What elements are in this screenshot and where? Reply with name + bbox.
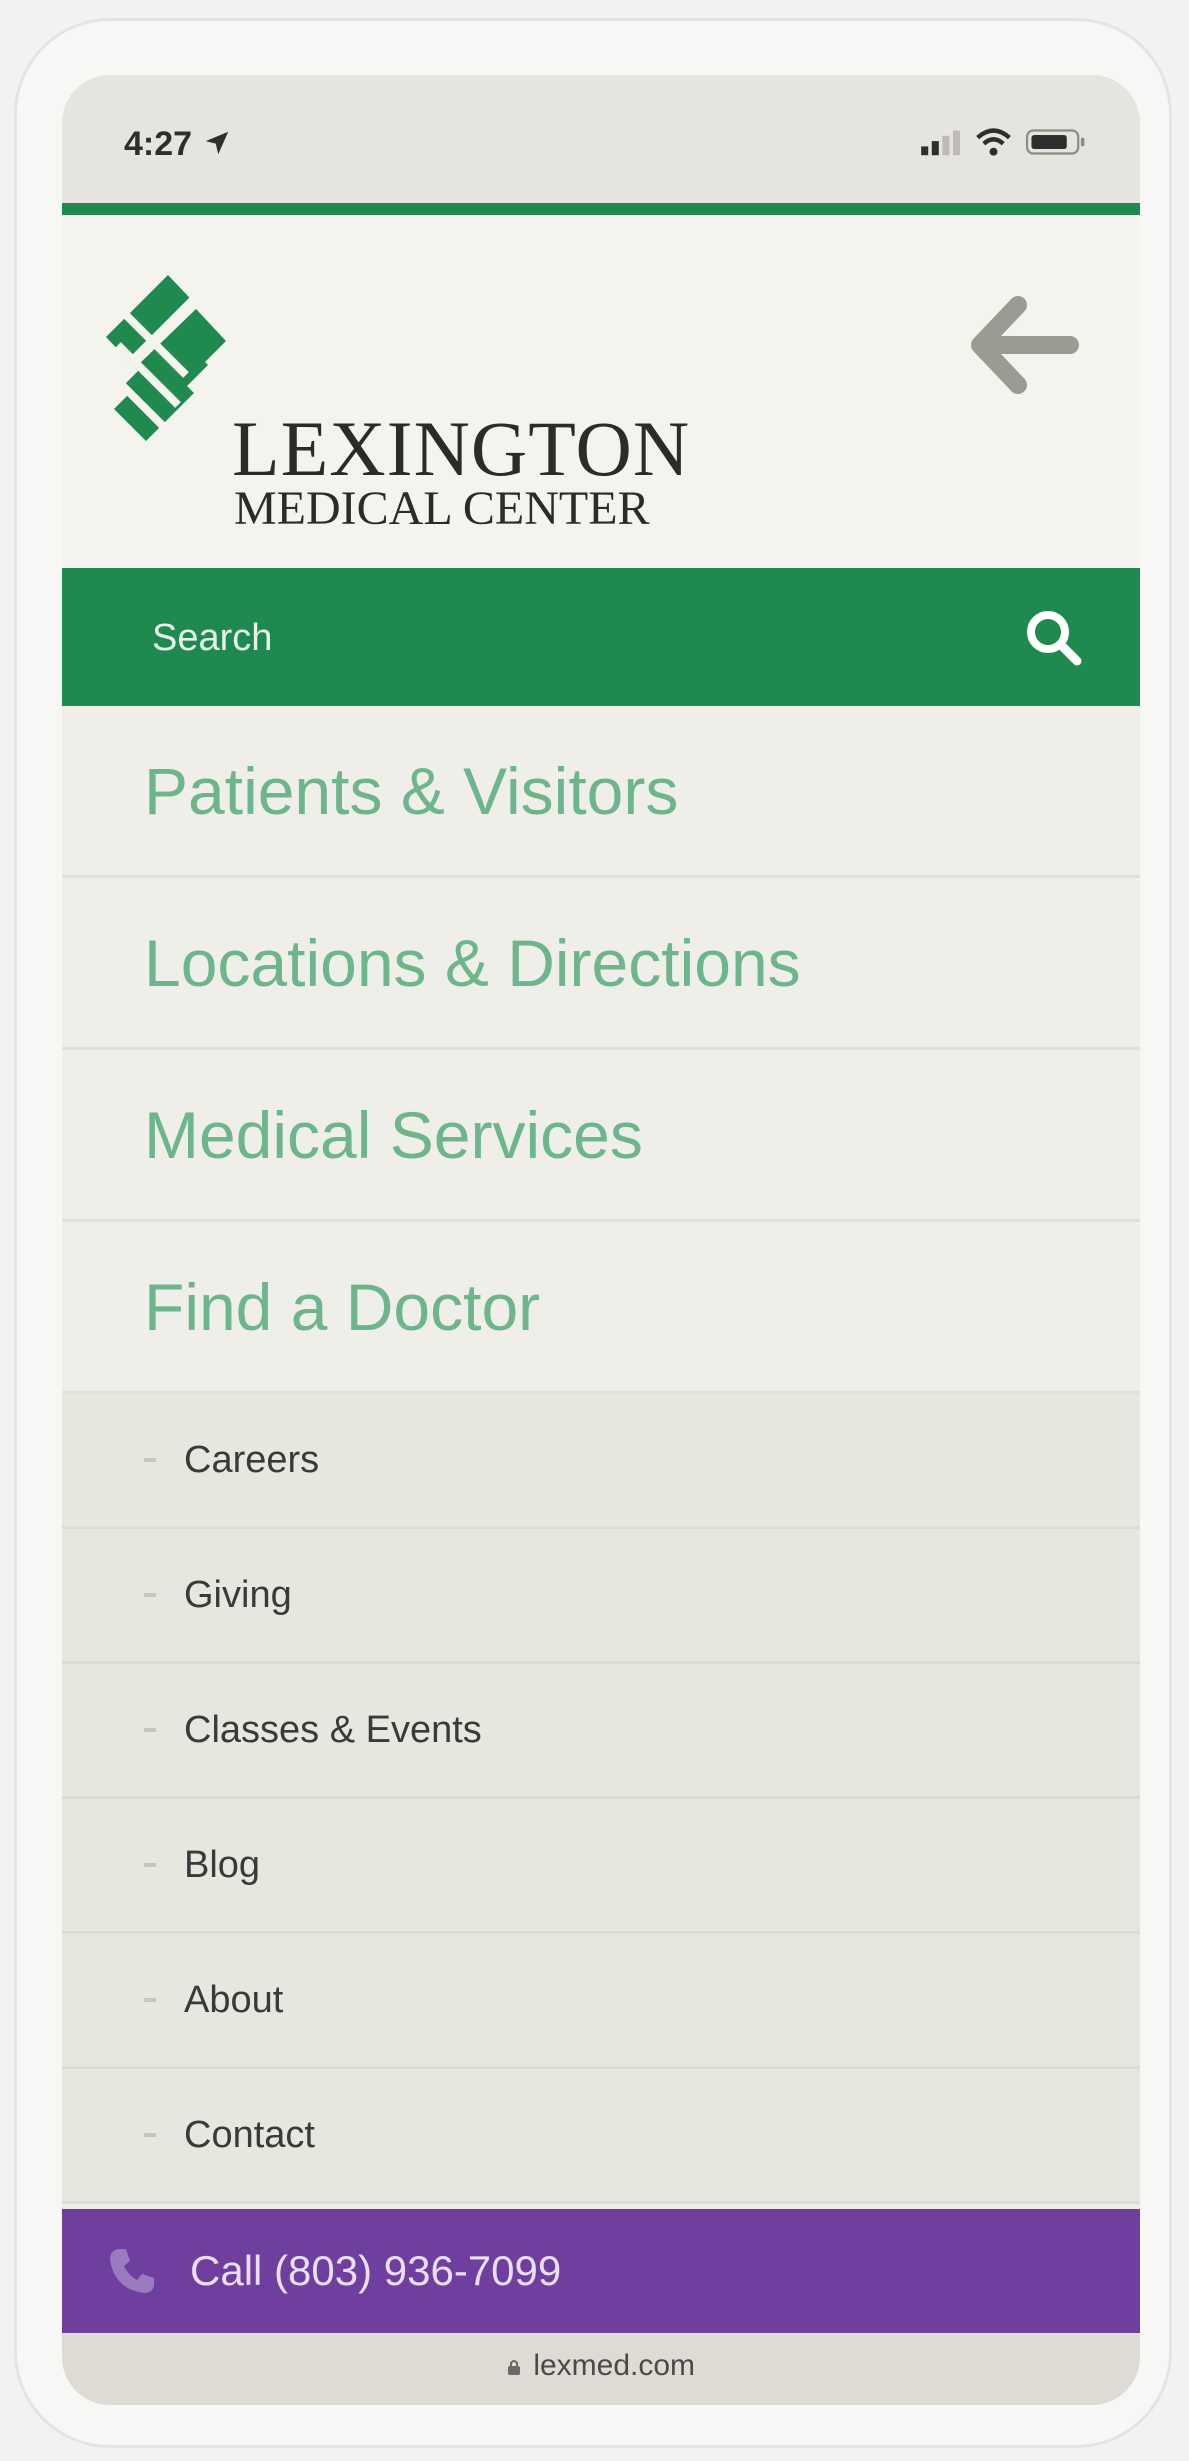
logo-title: LEXINGTON	[232, 405, 691, 492]
phone-icon	[110, 2249, 154, 2293]
nav-item-label: Contact	[184, 2113, 315, 2156]
bullet-icon	[144, 1458, 156, 1462]
battery-icon	[1025, 129, 1085, 155]
bullet-icon	[144, 1593, 156, 1597]
nav-item-medical-services[interactable]: Medical Services	[62, 1050, 1140, 1222]
secondary-nav: Careers Giving Classes & Events Blog Abo…	[62, 1394, 1140, 2204]
nav-item-label: Locations & Directions	[144, 925, 801, 1000]
call-label: Call (803) 936-7099	[190, 2247, 562, 2294]
nav-item-label: Medical Services	[144, 1097, 643, 1172]
nav-item-patients-visitors[interactable]: Patients & Visitors	[62, 706, 1140, 878]
primary-nav: Patients & Visitors Locations & Directio…	[62, 706, 1140, 1394]
nav-item-label: Giving	[184, 1573, 292, 1616]
nav-item-giving[interactable]: Giving	[62, 1529, 1140, 1664]
nav-item-contact[interactable]: Contact	[62, 2069, 1140, 2204]
location-arrow-icon	[205, 131, 228, 155]
lock-icon	[507, 2360, 520, 2375]
phone-screen: 4:27 LEXINGTON MEDICAL CENTER Search Pat…	[62, 75, 1140, 2405]
nav-item-find-a-doctor[interactable]: Find a Doctor	[62, 1222, 1140, 1394]
back-button[interactable]	[970, 295, 1080, 395]
status-bar: 4:27	[62, 75, 1140, 203]
bullet-icon	[144, 1998, 156, 2002]
logo-mark-icon	[106, 275, 226, 441]
header-accent-line	[62, 203, 1140, 215]
bullet-icon	[144, 2133, 156, 2137]
nav-item-careers[interactable]: Careers	[62, 1394, 1140, 1529]
nav-item-label: Patients & Visitors	[144, 753, 679, 828]
search-bar	[62, 568, 1140, 706]
nav-item-about[interactable]: About	[62, 1934, 1140, 2069]
browser-url[interactable]: lexmed.com	[62, 2349, 1140, 2383]
wifi-icon	[976, 128, 1011, 156]
status-time-text: 4:27	[124, 125, 193, 163]
browser-url-text: lexmed.com	[533, 2349, 696, 2382]
nav-item-blog[interactable]: Blog	[62, 1799, 1140, 1934]
nav-item-label: Find a Doctor	[144, 1269, 541, 1344]
status-time: 4:27	[124, 125, 232, 164]
status-icons	[921, 128, 1085, 156]
nav-item-locations-directions[interactable]: Locations & Directions	[62, 878, 1140, 1050]
signal-icon	[921, 130, 960, 156]
nav-item-label: Blog	[184, 1843, 261, 1886]
nav-item-classes-events[interactable]: Classes & Events	[62, 1664, 1140, 1799]
bullet-icon	[144, 1728, 156, 1732]
nav-item-label: About	[184, 1978, 284, 2021]
nav-item-label: Careers	[184, 1438, 320, 1481]
logo-subtitle: MEDICAL CENTER	[234, 482, 650, 535]
search-input[interactable]	[150, 602, 974, 674]
bullet-icon	[144, 1863, 156, 1867]
nav-item-label: Classes & Events	[184, 1708, 482, 1751]
search-icon[interactable]	[1022, 606, 1084, 668]
call-button[interactable]: Call (803) 936-7099	[62, 2209, 1140, 2333]
back-arrow-icon	[971, 296, 1079, 394]
